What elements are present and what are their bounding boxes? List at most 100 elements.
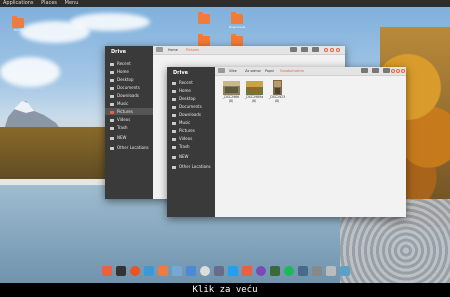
back-nav-button[interactable] xyxy=(156,47,163,52)
download-icon xyxy=(110,94,114,98)
wallpaper-cloud xyxy=(0,57,60,87)
git-app-icon[interactable] xyxy=(270,266,280,276)
sidebar-item-other-locations[interactable]: Other Locations xyxy=(172,163,211,170)
sidebar-item-pictures[interactable]: Pictures xyxy=(105,108,153,115)
files-app-icon[interactable] xyxy=(102,266,112,276)
sidebar-item-trash[interactable]: Trash xyxy=(172,143,190,150)
music-icon xyxy=(110,102,114,106)
drive-icon xyxy=(172,155,176,159)
sidebar-item-music[interactable]: Music xyxy=(110,100,128,107)
minimize-button[interactable] xyxy=(324,47,328,52)
sidebar-item-desktop[interactable]: Desktop xyxy=(172,95,196,102)
breadcrumb-pictures[interactable]: Pictures xyxy=(183,47,202,53)
sidebar-item-documents[interactable]: Documents xyxy=(172,103,202,110)
office-app-icon[interactable] xyxy=(298,266,308,276)
close-button[interactable] xyxy=(401,68,405,73)
sidebar-item-label: Other Locations xyxy=(117,145,149,150)
document-icon xyxy=(110,86,114,90)
skype-app-icon[interactable] xyxy=(228,266,238,276)
trash-icon xyxy=(110,126,114,130)
sidebar-item-videos[interactable]: Videos xyxy=(172,135,192,142)
front-sidebar: Drive Recent Home Desktop Documents Down… xyxy=(167,67,215,217)
music-icon xyxy=(172,121,176,125)
sidebar-item-new[interactable]: NEW xyxy=(110,134,126,141)
ubuntu-app-icon[interactable] xyxy=(130,266,140,276)
back-nav-button[interactable] xyxy=(218,68,225,73)
sidebar-item-downloads[interactable]: Downloads xyxy=(172,111,201,118)
files-alt-app-icon[interactable] xyxy=(312,266,322,276)
maximize-button[interactable] xyxy=(396,68,400,73)
sidebar-item-label: Home xyxy=(179,88,191,93)
search-button[interactable] xyxy=(290,47,297,52)
desktop-folder-icon[interactable] xyxy=(231,12,243,24)
breadcrumb-za-odmor[interactable]: Za odmor xyxy=(242,68,264,74)
plus-icon xyxy=(110,146,114,150)
applications-menu[interactable]: Applications xyxy=(3,0,34,6)
settings-app-icon[interactable] xyxy=(214,266,224,276)
picture-icon xyxy=(110,110,114,114)
close-button[interactable] xyxy=(336,47,340,52)
sidebar-item-desktop[interactable]: Desktop xyxy=(110,76,134,83)
image-thumbnail[interactable] xyxy=(273,80,282,95)
sidebar-item-recent[interactable]: Recent xyxy=(110,60,131,67)
front-file-manager-window[interactable]: Drive Recent Home Desktop Documents Down… xyxy=(167,67,406,217)
folder-app-icon[interactable] xyxy=(158,266,168,276)
desktop-folder-icon[interactable] xyxy=(12,16,24,28)
sidebar-item-pictures[interactable]: Pictures xyxy=(172,127,195,134)
sidebar-item-label: Music xyxy=(117,101,129,106)
drive-icon xyxy=(110,136,114,140)
sidebar-item-label: NEW xyxy=(179,154,189,159)
desktop-folder-icon[interactable] xyxy=(198,34,210,46)
plus-icon xyxy=(172,165,176,169)
breadcrumb-slike[interactable]: Slike xyxy=(226,68,240,74)
archive-app-icon[interactable] xyxy=(326,266,336,276)
sidebar-item-label: Trash xyxy=(117,125,128,130)
search-button[interactable] xyxy=(361,68,368,73)
sidebar-item-music[interactable]: Music xyxy=(172,119,190,126)
breadcrumb-popni[interactable]: Popni xyxy=(262,68,277,74)
sidebar-item-home[interactable]: Home xyxy=(172,87,191,94)
desktop-folder-icon[interactable] xyxy=(198,12,210,24)
view-button[interactable] xyxy=(372,68,379,73)
desktop-icon-label: Home xyxy=(13,28,23,32)
sidebar-item-trash[interactable]: Trash xyxy=(110,124,128,131)
desktop-folder-icon[interactable] xyxy=(231,34,243,46)
back-sidebar: Drive Recent Home Desktop Documents Down… xyxy=(105,46,153,199)
top-panel: Applications Places Menu xyxy=(0,0,450,7)
front-toolbar: Slike Za odmor Popni Sveobuhvatno xyxy=(215,67,406,76)
sidebar-item-downloads[interactable]: Downloads xyxy=(110,92,139,99)
places-menu[interactable]: Places xyxy=(41,0,57,6)
sidebar-item-label: Recent xyxy=(117,61,131,66)
desktop-icon-label: Downloads xyxy=(228,25,246,29)
breadcrumb-sveobuhvatno[interactable]: Sveobuhvatno xyxy=(277,68,307,74)
files-manager-app-icon[interactable] xyxy=(186,266,196,276)
image-thumbnail[interactable] xyxy=(223,81,240,95)
sidebar-item-documents[interactable]: Documents xyxy=(110,84,140,91)
tweaks-app-icon[interactable] xyxy=(340,266,350,276)
downloads-app-icon[interactable] xyxy=(144,266,154,276)
sidebar-item-other-locations[interactable]: Other Locations xyxy=(110,144,149,151)
sidebar-item-home[interactable]: Home xyxy=(110,68,129,75)
breadcrumb-home[interactable]: Home xyxy=(165,47,181,53)
minimize-button[interactable] xyxy=(391,68,395,73)
spotify-app-icon[interactable] xyxy=(284,266,294,276)
menu-button[interactable] xyxy=(312,47,319,52)
terminal-app-icon[interactable] xyxy=(116,266,126,276)
desktop-icon xyxy=(172,97,176,101)
maximize-button[interactable] xyxy=(330,47,334,52)
store-app-icon[interactable] xyxy=(242,266,252,276)
clock-icon xyxy=(172,81,176,85)
trash-app-icon[interactable] xyxy=(172,266,182,276)
app-menu[interactable]: Menu xyxy=(65,0,79,6)
firefox-app-icon[interactable] xyxy=(256,266,266,276)
sidebar-item-label: Documents xyxy=(117,85,140,90)
sidebar-item-label: Music xyxy=(179,120,191,125)
sidebar-item-videos[interactable]: Videos xyxy=(110,116,130,123)
sidebar-item-label: Downloads xyxy=(117,93,139,98)
image-thumbnail[interactable] xyxy=(246,81,263,95)
chrome-app-icon[interactable] xyxy=(200,266,210,276)
sidebar-item-new[interactable]: NEW xyxy=(172,153,188,160)
view-button[interactable] xyxy=(301,47,308,52)
sidebar-item-recent[interactable]: Recent xyxy=(172,79,193,86)
menu-button[interactable] xyxy=(383,68,390,73)
